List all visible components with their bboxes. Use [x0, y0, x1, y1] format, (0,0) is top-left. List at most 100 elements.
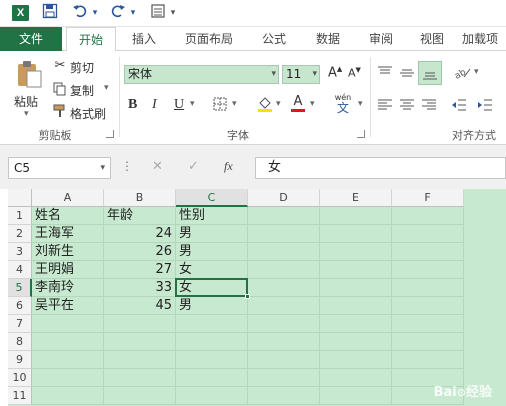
grow-font-button[interactable]: A▲ [328, 65, 342, 80]
undo-dropdown-icon[interactable]: ▾ [90, 3, 100, 23]
cell-b3[interactable]: 26 [104, 243, 176, 261]
cell-b1[interactable]: 年龄 [104, 207, 176, 225]
font-launcher-icon[interactable] [357, 130, 365, 138]
cell-d6[interactable] [248, 297, 320, 315]
tab-formulas[interactable]: 公式 [250, 27, 298, 51]
copy-dropdown-icon[interactable]: ▾ [104, 83, 109, 93]
cell-d9[interactable] [248, 351, 320, 369]
cell-b10[interactable] [104, 369, 176, 387]
cell-b5[interactable]: 33 [104, 279, 176, 297]
cell-d2[interactable] [248, 225, 320, 243]
cell-f6[interactable] [392, 297, 464, 315]
tab-home[interactable]: 开始 [66, 27, 116, 52]
cell-d4[interactable] [248, 261, 320, 279]
cell-b7[interactable] [104, 315, 176, 333]
row-header-7[interactable]: 7 [8, 315, 32, 333]
shrink-font-button[interactable]: A▼ [348, 66, 361, 80]
cut-button[interactable]: 剪切 [70, 59, 94, 76]
cell-d7[interactable] [248, 315, 320, 333]
row-header-6[interactable]: 6 [8, 297, 32, 315]
cell-e5[interactable] [320, 279, 392, 297]
cell-c2[interactable]: 男 [176, 225, 248, 243]
cell-b2[interactable]: 24 [104, 225, 176, 243]
cell-a8[interactable] [32, 333, 104, 351]
cell-b9[interactable] [104, 351, 176, 369]
tab-review[interactable]: 审阅 [358, 27, 404, 51]
row-header-3[interactable]: 3 [8, 243, 32, 261]
cell-c3[interactable]: 男 [176, 243, 248, 261]
cell-b6[interactable]: 45 [104, 297, 176, 315]
cell-d8[interactable] [248, 333, 320, 351]
cell-c7[interactable] [176, 315, 248, 333]
cell-f8[interactable] [392, 333, 464, 351]
cell-b11[interactable] [104, 387, 176, 405]
cell-d1[interactable] [248, 207, 320, 225]
cell-f2[interactable] [392, 225, 464, 243]
align-right-icon[interactable] [420, 97, 438, 117]
more-icon[interactable]: ⋮ [121, 159, 133, 173]
clipboard-launcher-icon[interactable] [106, 130, 114, 138]
column-header-a[interactable]: A [32, 189, 104, 207]
borders-dropdown-icon[interactable]: ▾ [232, 99, 237, 109]
column-header-f[interactable]: F [392, 189, 464, 207]
underline-dropdown-icon[interactable]: ▾ [190, 99, 195, 109]
insert-function-icon[interactable]: fx [224, 159, 233, 174]
cell-e11[interactable] [320, 387, 392, 405]
cell-a3[interactable]: 刘新生 [32, 243, 104, 261]
cell-e3[interactable] [320, 243, 392, 261]
qat-customize-icon[interactable]: ▾ [168, 3, 178, 23]
row-header-9[interactable]: 9 [8, 351, 32, 369]
column-header-d[interactable]: D [248, 189, 320, 207]
cell-a5[interactable]: 李南玲 [32, 279, 104, 297]
cell-e9[interactable] [320, 351, 392, 369]
column-header-b[interactable]: B [104, 189, 176, 207]
cell-d11[interactable] [248, 387, 320, 405]
paste-dropdown-icon[interactable]: ▾ [24, 109, 29, 119]
fill-color-dropdown-icon[interactable]: ▾ [276, 99, 281, 109]
align-middle-icon[interactable] [398, 65, 416, 85]
align-center-icon[interactable] [398, 97, 416, 117]
scissors-icon[interactable]: ✂ [52, 58, 68, 73]
redo-dropdown-icon[interactable]: ▾ [128, 3, 138, 23]
tab-file[interactable]: 文件 [0, 27, 62, 51]
cell-f1[interactable] [392, 207, 464, 225]
cell-f3[interactable] [392, 243, 464, 261]
italic-button[interactable]: I [152, 97, 157, 113]
cell-e4[interactable] [320, 261, 392, 279]
cell-e7[interactable] [320, 315, 392, 333]
cell-c8[interactable] [176, 333, 248, 351]
underline-button[interactable]: U [174, 97, 184, 113]
enter-icon[interactable]: ✓ [188, 159, 199, 174]
phonetic-guide-button[interactable]: wén 文 [330, 93, 356, 114]
tab-page-layout[interactable]: 页面布局 [176, 27, 242, 51]
decrease-indent-icon[interactable] [450, 97, 468, 117]
row-header-1[interactable]: 1 [8, 207, 32, 225]
borders-icon[interactable] [212, 97, 228, 115]
row-header-2[interactable]: 2 [8, 225, 32, 243]
copy-button[interactable]: 复制 [70, 82, 94, 99]
worksheet-grid[interactable]: A B C D E F 1 姓名 年龄 性别 2 王海军 24 男 3 刘新生 26 男 4 王明娟 27 女 5 李南玲 33… [8, 189, 506, 406]
cell-c1[interactable]: 性别 [176, 207, 248, 225]
select-all-corner[interactable] [8, 189, 32, 207]
align-top-icon[interactable] [376, 65, 394, 85]
cell-e10[interactable] [320, 369, 392, 387]
tab-data[interactable]: 数据 [304, 27, 352, 51]
cell-f7[interactable] [392, 315, 464, 333]
bold-button[interactable]: B [128, 97, 137, 113]
save-icon[interactable] [40, 3, 60, 23]
cell-c5[interactable]: 女 [176, 279, 248, 297]
orientation-dropdown-icon[interactable]: ▾ [474, 67, 479, 77]
cell-c9[interactable] [176, 351, 248, 369]
font-color-dropdown-icon[interactable]: ▾ [310, 99, 315, 109]
cell-c4[interactable]: 女 [176, 261, 248, 279]
cell-d3[interactable] [248, 243, 320, 261]
paste-icon[interactable] [14, 59, 44, 89]
increase-indent-icon[interactable] [476, 97, 494, 117]
cell-f4[interactable] [392, 261, 464, 279]
cell-d10[interactable] [248, 369, 320, 387]
phonetic-dropdown-icon[interactable]: ▾ [358, 99, 363, 109]
cell-a11[interactable] [32, 387, 104, 405]
orientation-icon[interactable]: ab [452, 65, 474, 85]
redo-icon[interactable] [108, 3, 128, 23]
cell-e8[interactable] [320, 333, 392, 351]
